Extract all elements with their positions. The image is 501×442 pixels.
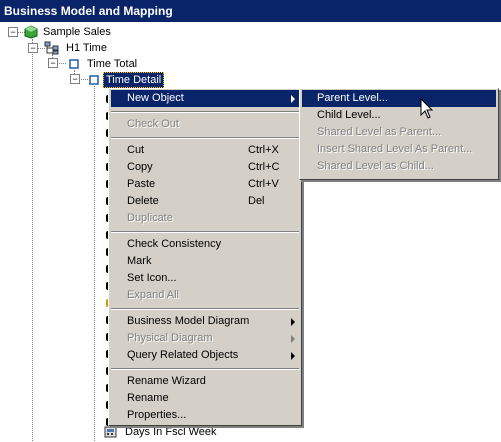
menu-separator: [111, 308, 299, 310]
business-model-icon: [24, 25, 38, 42]
menu-item-copy[interactable]: Copy: [127, 159, 153, 176]
tree-node-days-in-fscl-week[interactable]: Days In Fscl Week: [125, 425, 217, 439]
menu-item-parent-level[interactable]: Parent Level...: [302, 90, 496, 107]
menu-item-rename-wizard[interactable]: Rename Wizard: [127, 373, 206, 390]
level-icon: [68, 58, 80, 73]
collapse-toggle[interactable]: −: [48, 58, 58, 68]
collapse-toggle[interactable]: −: [28, 43, 38, 53]
tree-node-h1-time[interactable]: H1 Time: [66, 41, 107, 55]
shortcut-copy: Ctrl+C: [248, 161, 280, 173]
menu-item-cut[interactable]: Cut: [127, 142, 144, 159]
mouse-cursor-icon: [420, 97, 434, 123]
collapse-toggle[interactable]: −: [8, 27, 18, 37]
menu-item-check-out[interactable]: Check Out: [127, 116, 179, 133]
menu-item-shared-level-as-parent[interactable]: Shared Level as Parent...: [317, 124, 441, 141]
menu-item-mark[interactable]: Mark: [127, 253, 151, 270]
shortcut-cut: Ctrl+X: [248, 144, 279, 156]
menu-item-shared-level-as-child[interactable]: Shared Level as Child...: [317, 158, 434, 175]
new-object-submenu: Parent Level... Child Level... Shared Le…: [299, 88, 499, 180]
menu-item-query-related-objects[interactable]: Query Related Objects: [127, 347, 238, 364]
hierarchy-icon: [44, 41, 60, 58]
menu-item-expand-all[interactable]: Expand All: [127, 287, 179, 304]
submenu-arrow-icon: [291, 335, 295, 343]
menu-separator: [111, 231, 299, 233]
shortcut-paste: Ctrl+V: [248, 178, 279, 190]
panel-title: Business Model and Mapping: [0, 0, 501, 22]
menu-item-check-consistency[interactable]: Check Consistency: [127, 236, 221, 253]
menu-separator: [111, 368, 299, 370]
menu-item-child-level[interactable]: Child Level...: [317, 107, 381, 124]
tree-node-sample-sales[interactable]: Sample Sales: [43, 25, 111, 39]
menu-item-physical-diagram[interactable]: Physical Diagram: [127, 330, 213, 347]
menu-item-properties[interactable]: Properties...: [127, 407, 186, 424]
context-menu: New Object Check Out Cut Ctrl+X Copy Ctr…: [108, 88, 302, 426]
menu-item-duplicate[interactable]: Duplicate: [127, 210, 173, 227]
tree-node-time-detail[interactable]: Time Detail: [103, 72, 165, 88]
submenu-arrow-icon: [291, 352, 295, 360]
menu-item-delete[interactable]: Delete: [127, 193, 159, 210]
tree-node-time-total[interactable]: Time Total: [87, 57, 137, 71]
calculated-column-icon: [104, 425, 118, 442]
menu-item-insert-shared-level-as-parent[interactable]: Insert Shared Level As Parent...: [317, 141, 472, 158]
submenu-arrow-icon: [291, 318, 295, 326]
menu-item-new-object[interactable]: New Object: [111, 90, 299, 107]
menu-separator: [111, 111, 299, 113]
menu-item-paste[interactable]: Paste: [127, 176, 155, 193]
menu-item-set-icon[interactable]: Set Icon...: [127, 270, 177, 287]
menu-item-rename[interactable]: Rename: [127, 390, 169, 407]
shortcut-delete: Del: [248, 195, 265, 207]
menu-separator: [111, 137, 299, 139]
submenu-arrow-icon: [291, 95, 295, 103]
collapse-toggle[interactable]: −: [70, 74, 80, 84]
level-icon: [88, 74, 100, 89]
menu-item-business-model-diagram[interactable]: Business Model Diagram: [127, 313, 249, 330]
